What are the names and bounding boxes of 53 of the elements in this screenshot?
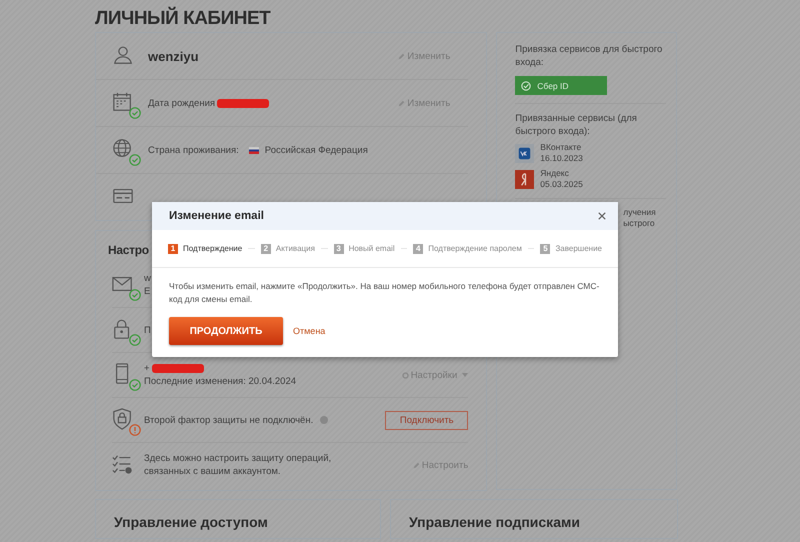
- field-value: Российская Федерация: [264, 144, 368, 156]
- info-icon: [320, 416, 328, 424]
- pencil-icon: [398, 100, 406, 106]
- field-value: +: [144, 363, 150, 374]
- pencil-icon: [412, 462, 420, 468]
- shield-lock-icon: [112, 408, 134, 430]
- section-text: ыстрого: [623, 218, 656, 229]
- calendar-icon: [112, 91, 134, 113]
- field-note: Последние изменения: 20.04.2024: [144, 376, 296, 387]
- globe-icon: [112, 138, 134, 160]
- close-button[interactable]: [596, 210, 608, 222]
- checklist-icon: [112, 453, 134, 475]
- field-value: П: [144, 324, 151, 336]
- dialog-message: Чтобы изменить email, нажмите «Продолжить». На ваш номер мобильного телефона будет отправлен СМС-код для смены email.: [169, 280, 600, 306]
- description-text: Второй фактор защиты не подключён.: [144, 414, 314, 426]
- field-value: w: [144, 273, 151, 284]
- step-label: Завершение: [555, 244, 602, 253]
- service-name: Яндекс: [540, 168, 570, 179]
- section-text: Привязка сервисов для быстрого входа:: [515, 43, 664, 69]
- step-number: 4: [413, 244, 424, 254]
- yandex-logo-icon: [515, 170, 534, 188]
- vk-logo-icon: [515, 144, 534, 162]
- step-number: 3: [334, 244, 344, 254]
- field-label: Дата рождения: [148, 98, 216, 108]
- step-label: Новый email: [348, 244, 395, 253]
- field-note: Е: [144, 286, 150, 297]
- section-title: Управление подписками: [408, 513, 581, 530]
- step-number: 1: [168, 244, 178, 254]
- step-label: Подтверждение: [183, 244, 242, 253]
- connect-button[interactable]: Подключить: [385, 410, 468, 430]
- section-text: Привязанные сервисы (для быстрого входа):: [515, 112, 638, 138]
- sber-id-button[interactable]: Сбер ID: [515, 76, 608, 95]
- section-title: Настро: [108, 243, 149, 259]
- page-title: ЛИЧНЫЙ КАБИНЕТ: [95, 8, 270, 31]
- flag-icon: [248, 146, 259, 154]
- pencil-icon: [398, 52, 406, 60]
- dialog-title: Изменение email: [169, 210, 264, 222]
- step-label: Активация: [276, 244, 315, 253]
- cancel-link[interactable]: Отмена: [293, 326, 326, 336]
- field-label: Страна проживания:: [148, 144, 239, 156]
- step-number: 2: [260, 244, 271, 254]
- link-date: 16.10.2023: [540, 153, 583, 164]
- step-number: 5: [540, 244, 550, 254]
- service-name: ВКонтакте: [540, 142, 582, 153]
- step-label: Подтверждение паролем: [428, 244, 522, 253]
- check-circle-icon: [521, 80, 532, 90]
- section-text: лучения: [623, 207, 657, 218]
- description-text: Здесь можно настроить защиту операций, связанных с вашим аккаунтом.: [144, 452, 332, 478]
- user-icon: [112, 44, 134, 66]
- link-date: 05.03.2025: [540, 179, 583, 190]
- username: wenziyu: [148, 48, 199, 64]
- section-title: Управление доступом: [113, 513, 269, 530]
- continue-button[interactable]: ПРОДОЛЖИТЬ: [169, 317, 283, 345]
